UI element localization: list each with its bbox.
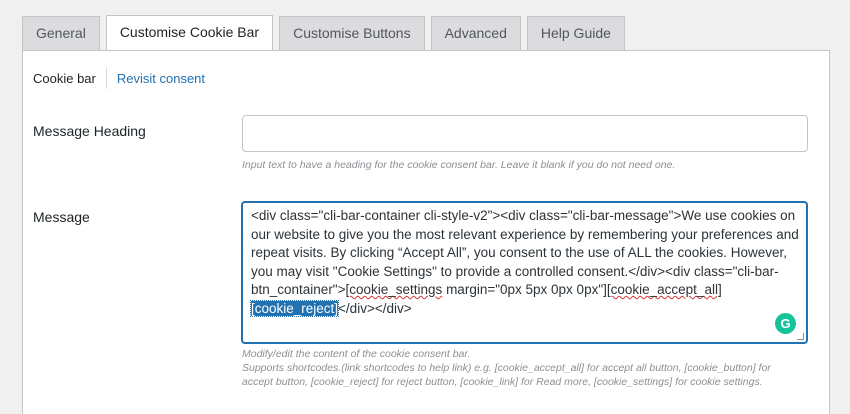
subnav-divider xyxy=(105,67,107,89)
shortcode-cookie-reject-selected: [cookie_reject] xyxy=(249,299,340,317)
message-text-margin: margin="0px 5px 0px 0px"] xyxy=(442,282,607,297)
tab-customise-buttons[interactable]: Customise Buttons xyxy=(279,16,425,50)
resize-handle[interactable] xyxy=(797,333,804,340)
sub-navigation: Cookie bar Revisit consent xyxy=(33,67,215,89)
message-text-closing: </div></div> xyxy=(338,300,412,316)
grammarly-icon[interactable]: G xyxy=(775,313,796,334)
message-label: Message xyxy=(33,209,90,225)
settings-panel: Cookie bar Revisit consent Message Headi… xyxy=(22,50,830,414)
tab-general[interactable]: General xyxy=(22,16,100,50)
shortcode-cookie-accept-all: [cookie_accept_all] xyxy=(606,282,722,297)
message-hint-line1: Modify/edit the content of the cookie co… xyxy=(242,348,471,360)
tab-help-guide[interactable]: Help Guide xyxy=(526,16,625,50)
subnav-revisit-consent[interactable]: Revisit consent xyxy=(117,71,215,86)
tab-customise-cookie-bar[interactable]: Customise Cookie Bar xyxy=(105,15,274,50)
settings-tabs: General Customise Cookie Bar Customise B… xyxy=(22,15,625,50)
message-heading-input[interactable] xyxy=(242,115,808,152)
message-textarea-content[interactable]: <div class="cli-bar-container cli-style-… xyxy=(249,207,801,318)
message-heading-label: Message Heading xyxy=(33,123,146,139)
shortcode-cookie-settings: [cookie_settings xyxy=(345,282,443,297)
message-hint-line2: Supports shortcodes.(link shortcodes to … xyxy=(242,362,771,388)
message-heading-hint: Input text to have a heading for the coo… xyxy=(242,159,676,171)
tab-advanced[interactable]: Advanced xyxy=(430,16,521,50)
message-textarea[interactable]: <div class="cli-bar-container cli-style-… xyxy=(241,201,808,344)
subnav-cookie-bar[interactable]: Cookie bar xyxy=(33,71,106,86)
